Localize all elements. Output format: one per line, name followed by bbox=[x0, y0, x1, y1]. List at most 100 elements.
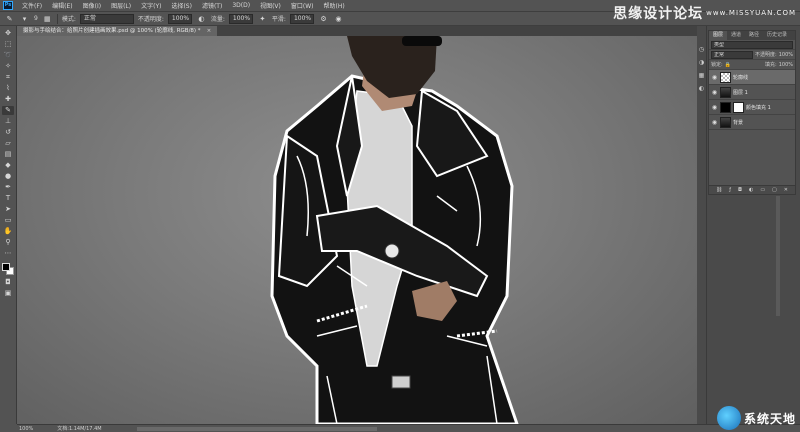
brush-preset-picker[interactable]: ▾ bbox=[19, 13, 30, 24]
layer-row[interactable]: ◉ 图层 1 bbox=[709, 85, 795, 100]
fx-icon[interactable]: ƒ bbox=[729, 187, 731, 193]
zoom-level[interactable]: 100% bbox=[19, 426, 33, 432]
tab-paths[interactable]: 路径 bbox=[745, 31, 763, 40]
right-panel-dock: ◷ ◑ ▦ ◐ 图层 通道 路径 历史记录 类型 正常 不透明度: 100% 锁… bbox=[697, 26, 800, 424]
document-tab[interactable]: 摄影与手绘结合：给照片创建插画效果.psd @ 100% (轮廓线, RGB/8… bbox=[17, 26, 218, 36]
layer-opacity-value[interactable]: 100% bbox=[779, 52, 793, 58]
watermark-en-text: www.MISSYUAN.COM bbox=[706, 9, 796, 17]
tab-history[interactable]: 历史记录 bbox=[763, 31, 791, 40]
panel-icon-strip: ◷ ◑ ▦ ◐ bbox=[697, 26, 707, 424]
pressure-opacity-icon[interactable]: ◐ bbox=[196, 13, 207, 24]
canvas-area[interactable] bbox=[17, 36, 697, 424]
quick-mask-icon[interactable]: ◘ bbox=[2, 278, 14, 287]
flow-label: 流量: bbox=[210, 16, 225, 23]
close-icon[interactable]: × bbox=[207, 26, 212, 36]
more-tools-icon[interactable]: ⋯ bbox=[2, 249, 14, 258]
wristwatch bbox=[384, 243, 400, 259]
crop-tool-icon[interactable]: ⌗ bbox=[2, 73, 14, 82]
adjustments-panel-icon[interactable]: ◐ bbox=[699, 85, 704, 92]
folder-icon[interactable]: ▭ bbox=[760, 187, 765, 193]
layer-kind-filter[interactable]: 类型 bbox=[711, 40, 793, 49]
quick-select-tool-icon[interactable]: ✧ bbox=[2, 62, 14, 71]
watermark-bottom: 系统天地 bbox=[716, 406, 796, 430]
brush-panel-icon[interactable]: ▦ bbox=[42, 13, 53, 24]
layer-name: 图层 1 bbox=[733, 89, 748, 96]
mode-select[interactable]: 正常 bbox=[79, 13, 134, 24]
menu-window[interactable]: 窗口(W) bbox=[286, 1, 319, 10]
adjustment-icon[interactable]: ◐ bbox=[749, 187, 753, 193]
type-tool-icon[interactable]: T bbox=[2, 194, 14, 203]
color-panel-icon[interactable]: ◑ bbox=[699, 59, 704, 66]
color-swatches[interactable] bbox=[1, 262, 15, 276]
layer-row[interactable]: ◉ 背景 bbox=[709, 115, 795, 130]
menu-edit[interactable]: 编辑(E) bbox=[47, 1, 77, 10]
brush-tool-icon[interactable]: ✎ bbox=[4, 13, 15, 24]
link-icon[interactable]: ⛓ bbox=[716, 187, 722, 193]
path-select-tool-icon[interactable]: ➤ bbox=[2, 205, 14, 214]
gradient-tool-icon[interactable]: ▤ bbox=[2, 150, 14, 159]
menu-help[interactable]: 帮助(H) bbox=[319, 1, 350, 10]
screen-mode-icon[interactable]: ▣ bbox=[2, 289, 14, 298]
new-layer-icon[interactable]: ▢ bbox=[772, 187, 777, 193]
layer-thumbnail bbox=[720, 116, 731, 128]
menu-layer[interactable]: 图层(L) bbox=[106, 1, 136, 10]
photoshop-logo-icon[interactable]: Ps bbox=[3, 1, 13, 10]
layer-thumbnail bbox=[720, 86, 731, 98]
brush-tool-icon[interactable]: ✎ bbox=[2, 106, 14, 115]
eye-icon[interactable]: ◉ bbox=[711, 74, 718, 81]
opacity-input[interactable]: 100% bbox=[167, 13, 192, 24]
menu-image[interactable]: 图像(I) bbox=[78, 1, 106, 10]
document-tab-bar: 摄影与手绘结合：给照片创建插画效果.psd @ 100% (轮廓线, RGB/8… bbox=[17, 26, 697, 36]
fill-label: 填充: bbox=[765, 62, 777, 68]
lock-icon[interactable]: 🔒 bbox=[725, 62, 731, 68]
menu-filter[interactable]: 滤镜(T) bbox=[197, 1, 227, 10]
healing-brush-tool-icon[interactable]: ✚ bbox=[2, 95, 14, 104]
artwork-illustration bbox=[270, 36, 519, 424]
eye-icon[interactable]: ◉ bbox=[711, 119, 718, 126]
menu-view[interactable]: 视图(V) bbox=[255, 1, 286, 10]
tab-layers[interactable]: 图层 bbox=[709, 31, 728, 40]
belt-buckle bbox=[391, 375, 411, 389]
eye-icon[interactable]: ◉ bbox=[711, 104, 718, 111]
panel-scrollbar[interactable] bbox=[776, 196, 780, 316]
move-tool-icon[interactable]: ✥ bbox=[2, 29, 14, 38]
zoom-tool-icon[interactable]: ⚲ bbox=[2, 238, 14, 247]
menu-file[interactable]: 文件(F) bbox=[17, 1, 47, 10]
tab-channels[interactable]: 通道 bbox=[727, 31, 745, 40]
hand-tool-icon[interactable]: ✋ bbox=[2, 227, 14, 236]
fill-value[interactable]: 100% bbox=[779, 62, 793, 68]
flow-input[interactable]: 100% bbox=[228, 13, 253, 24]
eye-icon[interactable]: ◉ bbox=[711, 89, 718, 96]
blur-tool-icon[interactable]: ◆ bbox=[2, 161, 14, 170]
history-brush-tool-icon[interactable]: ↺ bbox=[2, 128, 14, 137]
pen-tool-icon[interactable]: ✒ bbox=[2, 183, 14, 192]
lasso-tool-icon[interactable]: ➰ bbox=[2, 51, 14, 60]
globe-logo-icon bbox=[716, 406, 741, 430]
menu-select[interactable]: 选择(S) bbox=[166, 1, 197, 10]
mask-icon[interactable]: ◘ bbox=[738, 187, 742, 193]
eraser-tool-icon[interactable]: ▱ bbox=[2, 139, 14, 148]
layer-row[interactable]: ◉ 颜色填充 1 bbox=[709, 100, 795, 115]
horizontal-scrollbar[interactable] bbox=[137, 427, 377, 431]
trash-icon[interactable]: ✕ bbox=[784, 187, 788, 193]
brush-size-value[interactable]: 9 bbox=[34, 15, 38, 22]
layer-row[interactable]: ◉ 轮廓线 bbox=[709, 70, 795, 85]
shape-tool-icon[interactable]: ▭ bbox=[2, 216, 14, 225]
history-panel-icon[interactable]: ◷ bbox=[699, 46, 704, 53]
gear-icon[interactable]: ⚙ bbox=[318, 13, 329, 24]
eyedropper-tool-icon[interactable]: ⌇ bbox=[2, 84, 14, 93]
smooth-input[interactable]: 100% bbox=[289, 13, 314, 24]
layer-filter-row: 类型 bbox=[709, 40, 795, 50]
swatches-panel-icon[interactable]: ▦ bbox=[699, 72, 705, 79]
marquee-tool-icon[interactable]: ⬚ bbox=[2, 40, 14, 49]
pressure-size-icon[interactable]: ◉ bbox=[333, 13, 344, 24]
menu-3d[interactable]: 3D(D) bbox=[227, 2, 255, 9]
menu-type[interactable]: 文字(Y) bbox=[136, 1, 166, 10]
layer-name: 颜色填充 1 bbox=[746, 104, 771, 111]
foreground-color-swatch[interactable] bbox=[2, 263, 10, 271]
clone-stamp-tool-icon[interactable]: ⊥ bbox=[2, 117, 14, 126]
airbrush-icon[interactable]: ✦ bbox=[257, 13, 268, 24]
dodge-tool-icon[interactable]: ● bbox=[2, 172, 14, 181]
blend-mode-select[interactable]: 正常 bbox=[711, 50, 754, 59]
layers-panel-tabs: 图层 通道 路径 历史记录 bbox=[709, 31, 795, 40]
